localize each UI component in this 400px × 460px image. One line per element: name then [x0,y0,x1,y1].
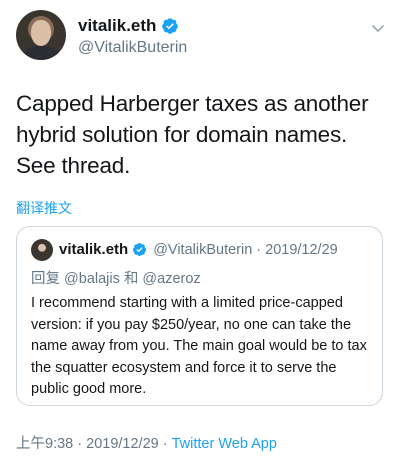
quoted-avatar [31,239,53,261]
reply-mention: @balajis [64,271,120,287]
tweet-meta-footer: 上午9:38 · 2019/12/29 · Twitter Web App [16,432,277,453]
avatar[interactable] [16,10,66,60]
avatar-shirt [22,46,60,60]
quoted-tweet-text: I recommend starting with a limited pric… [31,295,367,397]
reply-conjunction: 和 [123,271,139,287]
tweet-date[interactable]: 2019/12/29 [86,436,159,452]
author-display-name[interactable]: vitalik.eth [78,16,156,36]
chevron-down-icon[interactable] [370,20,386,36]
translate-tweet-link[interactable]: 翻译推文 [16,198,72,218]
tweet-detail: vitalik.eth @VitalikButerin Capped Harbe… [0,0,400,460]
meta-separator: · [162,436,168,452]
quoted-date: 2019/12/29 [265,241,338,258]
quoted-reply-context: 回复 @balajis 和 @azeroz [31,267,201,288]
verified-badge-icon [133,243,147,256]
quoted-separator: · [256,241,262,258]
reply-prefix: 回复 [31,271,60,287]
meta-separator: · [77,436,83,452]
tweet-source-link[interactable]: Twitter Web App [172,436,277,452]
reply-mention: @azeroz [142,271,201,287]
tweet-text: Capped Harberger taxes as another hybrid… [16,91,369,178]
tweet-header: vitalik.eth @VitalikButerin [16,10,386,62]
quoted-tweet-card[interactable]: vitalik.eth @VitalikButerin · 2019/12/29… [16,226,383,406]
tweet-time[interactable]: 上午9:38 [16,436,73,452]
quoted-handle: @VitalikButerin [153,241,253,258]
quoted-display-name: vitalik.eth [59,241,129,258]
avatar-face [31,20,51,46]
quoted-tweet-header: vitalik.eth @VitalikButerin · 2019/12/29 [59,241,338,258]
verified-badge-icon [162,18,179,34]
author-name-row: vitalik.eth [78,16,179,36]
author-handle[interactable]: @VitalikButerin [78,39,187,57]
